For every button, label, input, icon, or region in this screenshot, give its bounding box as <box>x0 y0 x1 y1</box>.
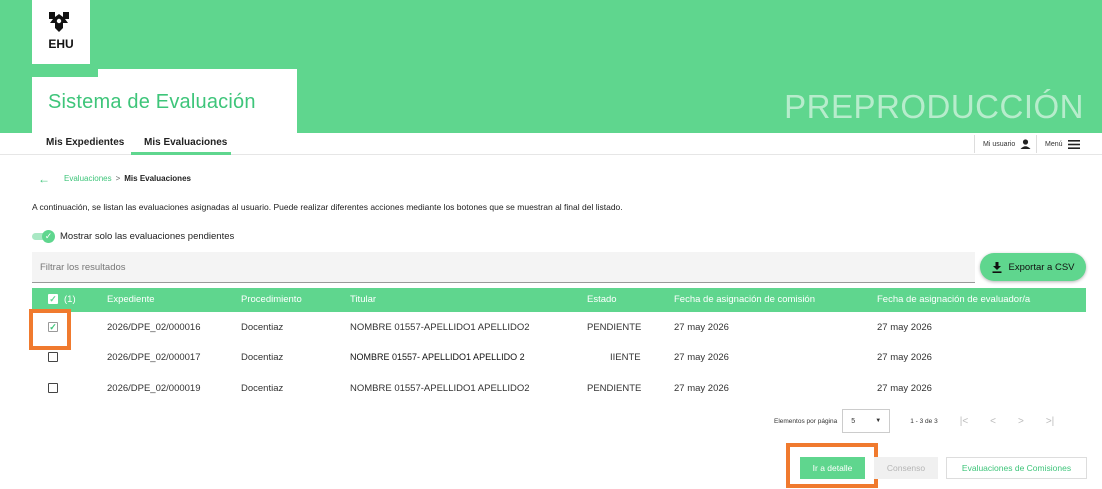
comisiones-button[interactable]: Evaluaciones de Comisiones <box>946 457 1087 479</box>
app-title: Sistema de Evaluación <box>48 91 256 113</box>
menu-button[interactable]: Menú <box>1036 135 1088 153</box>
highlight-row-checkbox <box>29 309 71 350</box>
hamburger-icon <box>1067 139 1080 149</box>
cell-estado: PENDIENTE <box>587 383 642 394</box>
col-titular[interactable]: Titular <box>350 294 376 305</box>
filter-input[interactable]: Filtrar los resultados <box>32 252 975 283</box>
user-label: Mi usuario <box>983 140 1016 148</box>
table-row[interactable]: 2026/DPE_02/000019 Docentiaz NOMBRE 0155… <box>32 374 1086 404</box>
menu-label: Menú <box>1045 140 1063 148</box>
logo-text: EHU <box>48 37 74 51</box>
table-row[interactable]: ✓ 2026/DPE_02/000016 Docentiaz NOMBRE 01… <box>32 313 1086 343</box>
breadcrumb-current: Mis Evaluaciones <box>124 174 191 183</box>
cell-fecha-evaluador: 27 may 2026 <box>877 322 932 333</box>
user-button[interactable]: Mi usuario <box>974 135 1039 153</box>
page-range: 1 - 3 de 3 <box>910 417 938 425</box>
breadcrumb-separator: > <box>115 174 121 183</box>
caret-down-icon: ▼ <box>875 418 882 424</box>
select-all-checkbox[interactable]: ✓ <box>48 294 58 304</box>
download-icon <box>992 261 1001 273</box>
cell-fecha-evaluador: 27 may 2026 <box>877 383 932 394</box>
cell-titular: NOMBRE 01557-APELLIDO1 APELLIDO2 <box>350 383 530 394</box>
col-estado[interactable]: Estado <box>587 294 617 305</box>
app-title-box: Sistema de Evaluación <box>32 69 297 133</box>
col-expediente[interactable]: Expediente <box>107 294 155 305</box>
tab-mis-expedientes[interactable]: Mis Expedientes <box>46 137 124 148</box>
cell-procedimiento: Docentiaz <box>241 322 284 333</box>
cell-fecha-comision: 27 may 2026 <box>674 352 729 363</box>
consenso-button[interactable]: Consenso <box>874 457 938 479</box>
col-fecha-comision[interactable]: Fecha de asignación de comisión <box>674 294 815 305</box>
col-fecha-evaluador[interactable]: Fecha de asignación de evaluador/a <box>877 294 1030 305</box>
row-checkbox[interactable] <box>48 352 58 362</box>
last-page-button[interactable]: >| <box>1046 416 1054 427</box>
export-csv-label: Exportar a CSV <box>1008 261 1075 273</box>
breadcrumb-parent[interactable]: Evaluaciones <box>64 174 112 183</box>
pending-toggle-row: ✓ Mostrar solo las evaluaciones pendient… <box>32 230 235 243</box>
active-tab-indicator <box>131 152 231 155</box>
pending-toggle[interactable]: ✓ <box>32 230 56 243</box>
cell-titular: NOMBRE 01557-APELLIDO1 APELLIDO2 <box>350 322 530 333</box>
cell-procedimiento: Docentiaz <box>241 383 284 394</box>
page-size-label: Elementos por página <box>774 417 838 425</box>
col-procedimiento[interactable]: Procedimiento <box>241 294 302 305</box>
check-icon: ✓ <box>42 230 55 243</box>
arrow-left-icon[interactable]: ← <box>38 173 50 185</box>
table-header: ✓ (1) Expediente Procedimiento Titular E… <box>32 288 1086 312</box>
environment-label: PREPRODUCCIÓN <box>784 88 1084 125</box>
app-header: EHU Sistema de Evaluación PREPRODUCCIÓN <box>0 0 1102 133</box>
main-nav: Mis Expedientes Mis Evaluaciones Mi usua… <box>0 133 1102 155</box>
ehu-logo[interactable]: EHU <box>32 0 90 64</box>
cell-fecha-evaluador: 27 may 2026 <box>877 352 932 363</box>
next-page-button[interactable]: > <box>1018 416 1024 427</box>
cell-estado: IIENTE <box>610 352 641 363</box>
export-csv-button[interactable]: Exportar a CSV <box>980 253 1086 281</box>
page-size-value: 5 <box>851 417 856 425</box>
cell-expediente: 2026/DPE_02/000017 <box>107 352 201 363</box>
cell-titular: NOMBRE 01557- APELLIDO1 APELLIDO 2 <box>350 352 525 362</box>
prev-page-button[interactable]: < <box>990 416 996 427</box>
cell-expediente: 2026/DPE_02/000016 <box>107 322 201 333</box>
cell-procedimiento: Docentiaz <box>241 352 284 363</box>
pagination: Elementos por página 5 ▼ 1 - 3 de 3 |< <… <box>774 409 1054 433</box>
breadcrumb: ← Evaluaciones > Mis Evaluaciones <box>38 173 191 185</box>
cell-fecha-comision: 27 may 2026 <box>674 383 729 394</box>
tab-mis-evaluaciones[interactable]: Mis Evaluaciones <box>144 137 227 148</box>
page-size-select[interactable]: 5 ▼ <box>842 409 891 433</box>
row-checkbox[interactable] <box>48 383 58 393</box>
ehu-logo-icon <box>49 12 69 32</box>
intro-text: A continuación, se listan las evaluacion… <box>32 202 623 212</box>
detail-button[interactable]: Ir a detalle <box>800 457 865 479</box>
first-page-button[interactable]: |< <box>960 416 968 427</box>
cell-fecha-comision: 27 may 2026 <box>674 322 729 333</box>
person-icon <box>1020 139 1031 149</box>
cell-expediente: 2026/DPE_02/000019 <box>107 383 201 394</box>
selected-count: (1) <box>64 294 76 305</box>
pending-toggle-label: Mostrar solo las evaluaciones pendientes <box>60 230 235 242</box>
table-row[interactable]: 2026/DPE_02/000017 Docentiaz NOMBRE 0155… <box>32 343 1086 373</box>
cell-estado: PENDIENTE <box>587 322 642 333</box>
